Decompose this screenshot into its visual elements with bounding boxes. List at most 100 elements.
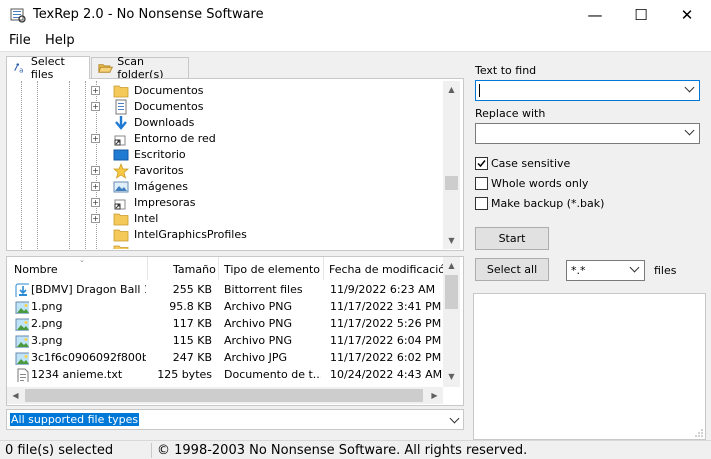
- expand-icon[interactable]: +: [91, 134, 100, 143]
- tree-item-label: Entorno de red: [134, 132, 216, 145]
- tree-item[interactable]: Downloads: [7, 115, 443, 131]
- scroll-down-icon[interactable]: ▼: [443, 368, 460, 385]
- close-button[interactable]: ✕: [664, 0, 710, 30]
- tree-item[interactable]: + Favoritos: [7, 163, 443, 179]
- column-header-name[interactable]: Nombre: [14, 263, 58, 276]
- column-separator[interactable]: [323, 257, 324, 280]
- tree-item[interactable]: IntelGraphicsProfiles: [7, 227, 443, 243]
- status-selected-count: 0 file(s) selected: [5, 443, 114, 458]
- tab-select-files[interactable]: a Select files: [6, 55, 90, 81]
- maximize-button[interactable]: ☐: [618, 0, 664, 30]
- column-separator[interactable]: [218, 257, 219, 280]
- scroll-down-icon[interactable]: ▼: [443, 232, 460, 249]
- expand-icon[interactable]: +: [91, 102, 100, 111]
- column-header-date[interactable]: Fecha de modificación: [329, 263, 452, 276]
- tree-item-label: Imágenes: [134, 180, 188, 193]
- file-list-horizontal-scrollbar[interactable]: ◀ ▶: [7, 387, 443, 404]
- file-type-filter[interactable]: All supported file types: [6, 409, 464, 430]
- file-row[interactable]: 3.png 115 KB Archivo PNG 11/17/2022 6:04 PM: [7, 332, 443, 349]
- case-sensitive-checkbox[interactable]: [475, 157, 488, 170]
- scroll-right-icon[interactable]: ▶: [426, 387, 443, 404]
- folder-icon: [113, 227, 129, 243]
- menu-file[interactable]: File: [9, 33, 31, 48]
- tree-item[interactable]: + Intel: [7, 211, 443, 227]
- make-backup-checkbox[interactable]: [475, 197, 488, 210]
- download-arrow-icon: [113, 115, 129, 131]
- start-button[interactable]: Start: [475, 227, 549, 250]
- tree-vertical-scrollbar[interactable]: ▲ ▼: [443, 81, 460, 249]
- tree-item[interactable]: + Documentos: [7, 83, 443, 99]
- chevron-down-icon: [629, 262, 640, 273]
- file-row[interactable]: 1.png 95.8 KB Archivo PNG 11/17/2022 3:41 P…: [7, 298, 443, 315]
- expand-icon[interactable]: +: [91, 182, 100, 191]
- file-date: 10/24/2022 4:43 AM: [330, 368, 442, 381]
- file-name: 3.png: [31, 334, 63, 347]
- results-text-area[interactable]: [473, 293, 706, 440]
- chevron-down-icon[interactable]: [684, 125, 695, 136]
- scroll-up-icon[interactable]: ▲: [443, 81, 460, 98]
- file-list-vertical-scrollbar[interactable]: ▲ ▼: [443, 257, 460, 387]
- documents-icon: [113, 99, 129, 115]
- file-size: 117 KB: [172, 317, 212, 330]
- expand-icon[interactable]: +: [91, 86, 100, 95]
- file-date: 11/17/2022 6:02 PM: [330, 351, 442, 364]
- scroll-thumb[interactable]: [25, 389, 423, 402]
- tree-item[interactable]: + Imágenes: [7, 179, 443, 195]
- scroll-thumb[interactable]: [445, 275, 458, 309]
- scroll-left-icon[interactable]: ◀: [7, 387, 24, 404]
- case-sensitive-label[interactable]: Case sensitive: [491, 157, 570, 170]
- tree-item-label: Intel: [134, 212, 159, 225]
- scroll-up-icon[interactable]: ▲: [443, 257, 460, 274]
- tree-item-label: Downloads: [134, 116, 195, 129]
- tree-item[interactable]: + Impresoras: [7, 195, 443, 211]
- file-date: 11/9/2022 6:23 AM: [330, 283, 436, 296]
- column-header-size[interactable]: Tamaño: [173, 263, 216, 276]
- file-name: 1234 anieme.txt: [31, 368, 123, 381]
- select-all-button[interactable]: Select all: [475, 258, 549, 281]
- expand-icon[interactable]: +: [91, 166, 100, 175]
- tab-scan-folders[interactable]: Scan folder(s): [91, 55, 189, 81]
- make-backup-label[interactable]: Make backup (*.bak): [491, 197, 604, 210]
- file-name: [BDMV] Dragon Ball 1...: [31, 283, 146, 296]
- open-folder-icon: [98, 64, 114, 73]
- tree-item-label: IntelGraphicsProfiles: [134, 228, 247, 241]
- minimize-icon: —: [587, 6, 603, 24]
- file-type: Bittorrent files: [224, 283, 303, 296]
- file-row[interactable]: 3c1f6c0906092f800b... 247 KB Archivo JPG 11…: [7, 349, 443, 366]
- whole-words-label[interactable]: Whole words only: [491, 177, 588, 190]
- tree-item[interactable]: + Entorno de red: [7, 131, 443, 147]
- image-icon: [15, 317, 29, 331]
- tree-item-label: Documentos: [134, 100, 204, 113]
- file-row[interactable]: [BDMV] Dragon Ball 1... 255 KB Bittorrent …: [7, 281, 443, 298]
- menu-help[interactable]: Help: [45, 33, 75, 48]
- expand-icon[interactable]: +: [91, 198, 100, 207]
- network-shortcut-icon: [113, 131, 129, 147]
- file-date: 11/17/2022 6:04 PM: [330, 334, 442, 347]
- file-mask-select[interactable]: *.*: [566, 260, 645, 281]
- file-mask-value: *.*: [571, 264, 586, 277]
- text-to-find-input[interactable]: [475, 80, 700, 101]
- text-to-find-label: Text to find: [475, 64, 537, 77]
- column-header-type[interactable]: Tipo de elemento: [224, 263, 320, 276]
- minimize-button[interactable]: —: [572, 0, 618, 30]
- chevron-down-icon[interactable]: [684, 82, 695, 93]
- expand-icon[interactable]: +: [91, 214, 100, 223]
- file-row[interactable]: 2.png 117 KB Archivo PNG 11/17/2022 5:26 PM: [7, 315, 443, 332]
- resize-grip-icon[interactable]: [695, 429, 703, 437]
- file-row[interactable]: 1234 anieme.txt 125 bytes Documento de t..…: [7, 366, 443, 383]
- replace-with-input[interactable]: [475, 123, 700, 144]
- folder-tree[interactable]: + Documentos + Documentos Downloads + Entorno …: [7, 81, 443, 249]
- files-label: files: [654, 264, 677, 277]
- tree-item[interactable]: + Documentos: [7, 99, 443, 115]
- scroll-thumb[interactable]: [445, 176, 458, 190]
- text-file-icon: [15, 368, 29, 382]
- sort-chevron-icon: ⌄: [79, 256, 85, 264]
- column-separator[interactable]: [147, 257, 148, 280]
- desktop-icon: [113, 147, 129, 163]
- tree-item[interactable]: Escritorio: [7, 147, 443, 163]
- star-icon: [113, 163, 129, 179]
- close-icon: ✕: [680, 6, 694, 24]
- file-name: 2.png: [31, 317, 63, 330]
- whole-words-checkbox[interactable]: [475, 177, 488, 190]
- printer-shortcut-icon: [113, 195, 129, 211]
